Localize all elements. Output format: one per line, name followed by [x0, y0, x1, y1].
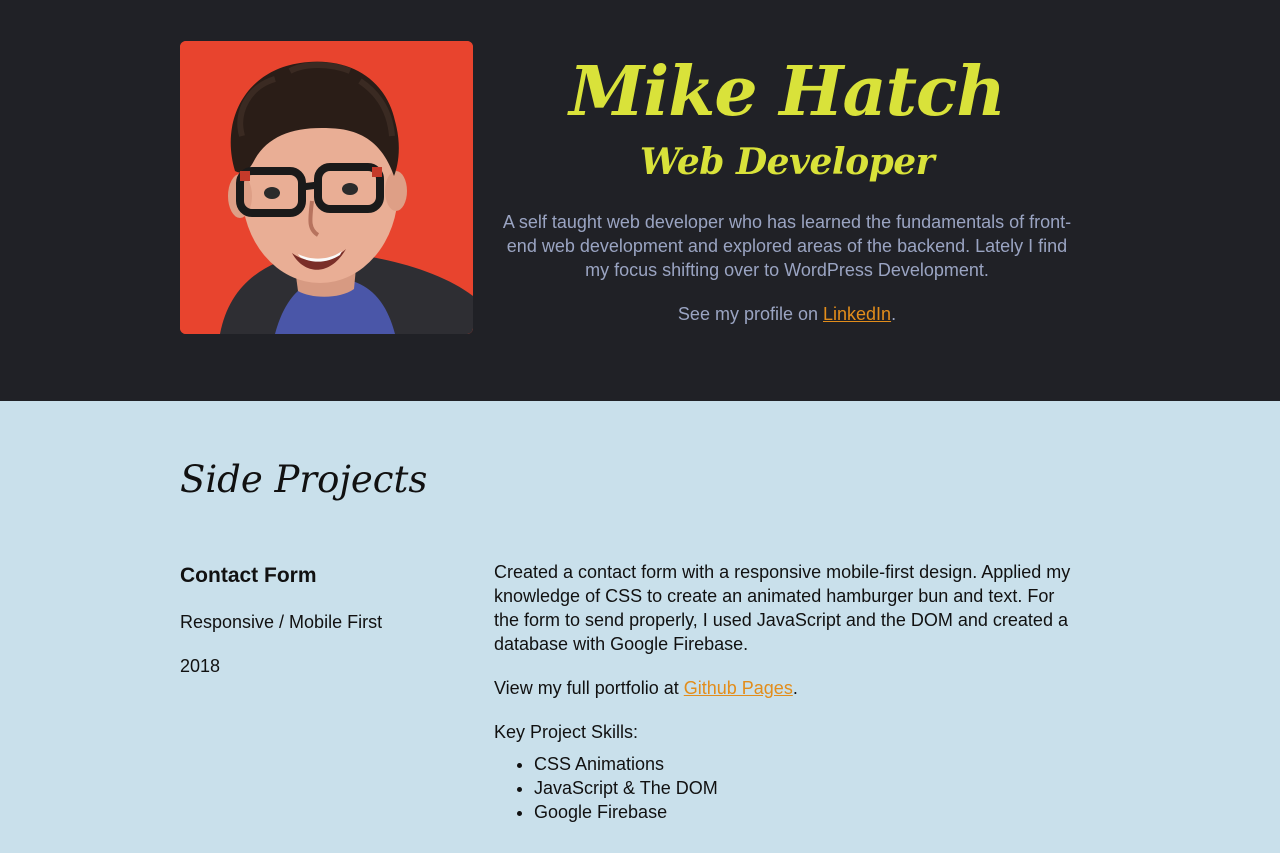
- job-title: Web Developer: [639, 141, 935, 183]
- project-description: Created a contact form with a responsive…: [494, 560, 1080, 824]
- profile-line: See my profile on LinkedIn.: [493, 302, 1081, 326]
- profile-suffix: .: [891, 304, 897, 324]
- portfolio-prefix: View my full portfolio at: [494, 678, 684, 698]
- skills-list: CSS Animations JavaScript & The DOM Goog…: [494, 752, 1080, 824]
- project-meta: Contact Form Responsive / Mobile First 2…: [180, 562, 470, 678]
- skill-item: CSS Animations: [534, 752, 1080, 776]
- bio-text: A self taught web developer who has lear…: [502, 212, 1072, 280]
- github-pages-link[interactable]: Github Pages: [684, 678, 793, 698]
- portrait-photo-icon: [180, 41, 473, 334]
- skills-label: Key Project Skills:: [494, 722, 639, 742]
- profile-prefix: See my profile on: [677, 304, 823, 324]
- side-projects-section: Side Projects Contact Form Responsive / …: [0, 401, 1280, 853]
- hero-section: Mike Hatch Web Developer A self taught w…: [0, 0, 1280, 401]
- portfolio-suffix: .: [792, 678, 798, 698]
- site-name: Mike Hatch: [569, 52, 1006, 132]
- hero-text: Mike Hatch Web Developer A self taught w…: [493, 50, 1081, 326]
- portfolio-line: View my full portfolio at Github Pages.: [494, 676, 1080, 700]
- skill-item: JavaScript & The DOM: [534, 776, 1080, 800]
- linkedin-link[interactable]: LinkedIn: [823, 304, 891, 324]
- project-tags: Responsive / Mobile First: [180, 612, 383, 632]
- project-name: Contact Form: [180, 564, 317, 587]
- profile-photo: [180, 41, 473, 334]
- skill-item: Google Firebase: [534, 800, 1080, 824]
- section-title: Side Projects: [180, 458, 428, 501]
- project-summary: Created a contact form with a responsive…: [494, 562, 1071, 654]
- project-year: 2018: [180, 656, 221, 676]
